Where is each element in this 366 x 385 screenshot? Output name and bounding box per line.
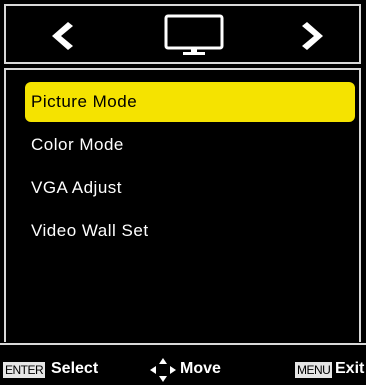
chevron-left-icon[interactable]	[51, 22, 73, 50]
menu-header	[4, 4, 361, 64]
enter-key-badge: ENTER	[3, 362, 46, 378]
chevron-right-icon[interactable]	[302, 22, 324, 50]
exit-hint: Exit	[335, 360, 365, 377]
menu-item-vga-adjust[interactable]: VGA Adjust	[25, 168, 355, 208]
hint-bar: ENTER Select Move MENU Exit	[0, 343, 366, 385]
osd-menu: Picture Mode Color Mode VGA Adjust Video…	[0, 0, 366, 385]
menu-panel: Picture Mode Color Mode VGA Adjust Video…	[4, 68, 361, 342]
move-hint: Move	[180, 360, 221, 377]
monitor-icon	[164, 14, 224, 55]
menu-item-color-mode[interactable]: Color Mode	[25, 125, 355, 165]
menu-item-video-wall-set[interactable]: Video Wall Set	[25, 211, 355, 251]
menu-item-picture-mode[interactable]: Picture Mode	[25, 82, 355, 122]
menu-key-badge: MENU	[295, 362, 333, 378]
select-hint: Select	[51, 360, 99, 377]
four-way-arrow-icon	[150, 358, 176, 382]
